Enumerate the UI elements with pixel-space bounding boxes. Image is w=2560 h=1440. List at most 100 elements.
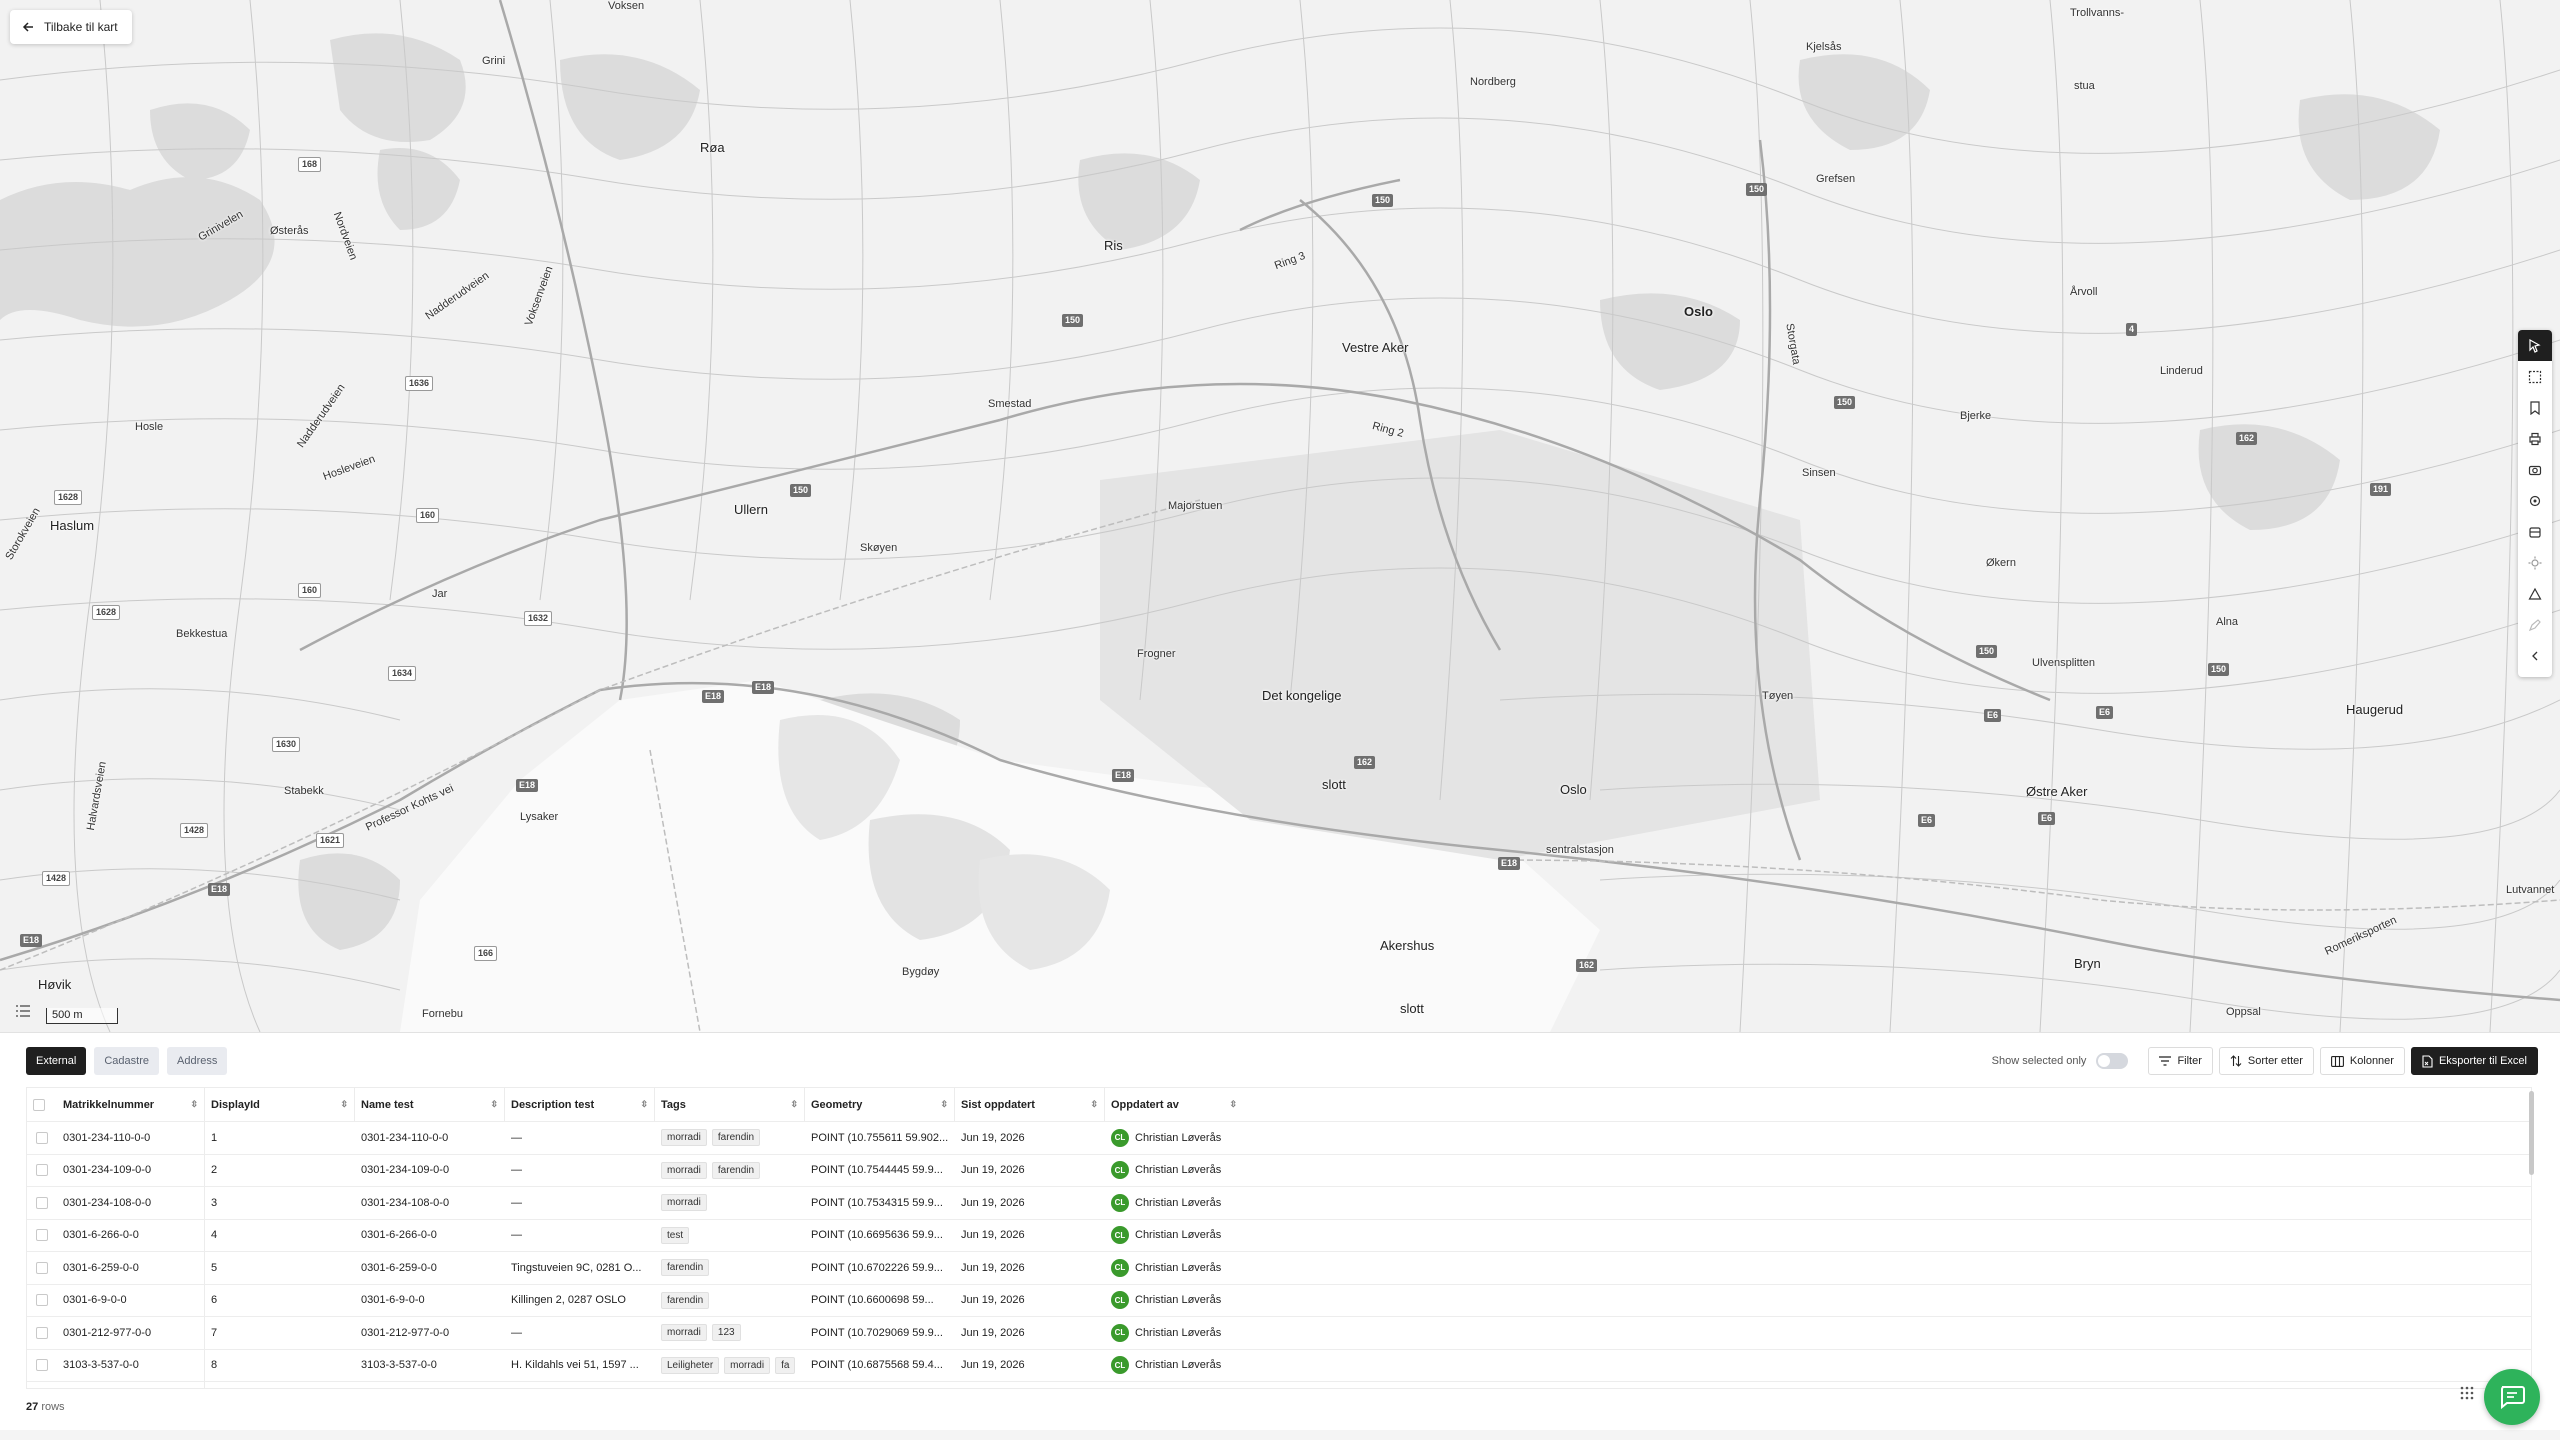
sort-icon[interactable]: ⇳ xyxy=(490,1099,498,1110)
column-header[interactable]: Oppdatert av ⇳ xyxy=(1105,1088,1243,1121)
user-name: Christian Løverås xyxy=(1135,1164,1222,1177)
sort-icon[interactable]: ⇳ xyxy=(640,1099,648,1110)
sort-icon[interactable]: ⇳ xyxy=(340,1099,348,1110)
row-count: 27 rows xyxy=(26,1401,65,1413)
bookmark-tool-button[interactable] xyxy=(2518,392,2552,423)
show-selected-toggle[interactable] xyxy=(2096,1053,2129,1069)
updated-by-cell: CLChristian Løverås xyxy=(1105,1317,1243,1349)
column-header[interactable]: Matrikkelnummer ⇳ xyxy=(57,1088,205,1121)
road-shield: 150 xyxy=(1976,645,1998,658)
row-checkbox[interactable] xyxy=(36,1164,48,1177)
column-header[interactable]: DisplayId ⇳ xyxy=(205,1088,355,1121)
back-to-map-button[interactable]: Tilbake til kart xyxy=(10,10,132,44)
tag-chip: fa xyxy=(775,1356,796,1374)
row-checkbox[interactable] xyxy=(36,1261,48,1274)
matrikkel-cell: 0301-234-108-0-0 xyxy=(57,1187,205,1219)
sort-icon[interactable]: ⇳ xyxy=(1229,1099,1237,1110)
tag-chip: morradi xyxy=(661,1324,707,1342)
row-select-cell xyxy=(27,1122,57,1154)
row-select-cell xyxy=(27,1252,57,1284)
table-scrollbar[interactable] xyxy=(2529,1091,2534,1175)
column-header[interactable]: Name test ⇳ xyxy=(355,1088,505,1121)
row-checkbox[interactable] xyxy=(36,1196,48,1209)
box-select-tool-button[interactable] xyxy=(2518,361,2552,392)
tag-chip: morradi xyxy=(661,1129,707,1147)
sort-button[interactable]: Sorter etter xyxy=(2218,1047,2314,1075)
column-header[interactable]: Sist oppdatert ⇳ xyxy=(955,1088,1105,1121)
map-place-label: Oslo xyxy=(1684,304,1713,319)
road-shield: 150 xyxy=(1834,396,1856,409)
description-cell: Tingstuveien 9C, 0281 O... xyxy=(511,1261,642,1274)
table-row[interactable]: 0301-234-108-0-0 3 0301-234-108-0-0 — morrad… xyxy=(27,1187,2531,1220)
road-shield: 150 xyxy=(1746,183,1768,196)
table-row[interactable]: 0301-234-109-0-0 2 0301-234-109-0-0 — morrad… xyxy=(27,1154,2531,1187)
description-cell: H. Kildahls vei 51, 1597 ... xyxy=(511,1359,639,1372)
map-place-label: Bygdøy xyxy=(902,966,940,978)
tag-chip: morradi xyxy=(661,1194,707,1212)
map-canvas[interactable]: Voksen Grini Røa Østerås Hosle Haslum Be… xyxy=(0,0,2560,1032)
screenshot-tool-button[interactable] xyxy=(2518,454,2552,485)
sort-icon[interactable]: ⇳ xyxy=(790,1099,798,1110)
map-place-label: Stabekk xyxy=(284,785,324,797)
road-shield: 1634 xyxy=(388,666,417,681)
table-row[interactable]: 0301-234-110-0-0 1 0301-234-110-0-0 — morrad… xyxy=(27,1122,2531,1155)
row-checkbox[interactable] xyxy=(36,1131,48,1144)
columns-button[interactable]: Kolonner xyxy=(2319,1047,2405,1075)
road-shield: 1632 xyxy=(524,611,553,626)
table-header-row: Matrikkelnummer ⇳ DisplayId ⇳ Name test ⇳ D… xyxy=(27,1088,2531,1122)
map-place-label: Lysaker xyxy=(520,811,559,823)
sort-icon[interactable]: ⇳ xyxy=(1090,1099,1098,1110)
tab-cadastre[interactable]: Cadastre xyxy=(94,1047,159,1075)
updated-by-cell: CLChristian Løverås xyxy=(1105,1155,1243,1187)
matrikkel-cell: 1865-55-30-0-0 xyxy=(57,1382,205,1388)
map-place-label: Lutvannet xyxy=(2506,884,2555,896)
locate-tool-button[interactable] xyxy=(2518,485,2552,516)
layers-tool-button[interactable] xyxy=(2518,516,2552,547)
table-row[interactable]: 0301-6-9-0-0 6 0301-6-9-0-0 Killingen 2, 02… xyxy=(27,1284,2531,1317)
legend-button[interactable] xyxy=(10,998,36,1024)
column-header[interactable]: Geometry ⇳ xyxy=(805,1088,955,1121)
road-shield: E6 xyxy=(1918,814,1936,827)
row-checkbox[interactable] xyxy=(36,1294,48,1307)
table-row[interactable]: 1865-55-30-0-091865-55-30-0-0Årstrandvei… xyxy=(27,1382,2531,1388)
print-tool-button[interactable] xyxy=(2518,423,2552,454)
tab-external[interactable]: External xyxy=(26,1047,87,1075)
road-shield: 162 xyxy=(1354,756,1376,769)
table-row[interactable]: 0301-6-259-0-0 5 0301-6-259-0-0 Tingstuveie… xyxy=(27,1252,2531,1285)
row-checkbox[interactable] xyxy=(36,1359,48,1372)
column-header-label: DisplayId xyxy=(211,1098,260,1111)
row-checkbox[interactable] xyxy=(36,1326,48,1339)
updated-by-cell: CLChristian Løverås xyxy=(1105,1382,1243,1388)
arrow-left-icon xyxy=(22,22,33,32)
tab-address[interactable]: Address xyxy=(167,1047,228,1075)
export-excel-button[interactable]: Eksporter til Excel xyxy=(2410,1047,2538,1075)
select-all-checkbox[interactable] xyxy=(33,1098,45,1111)
displayid-cell: 3 xyxy=(211,1196,218,1209)
measure-tool-button[interactable] xyxy=(2518,578,2552,609)
collapse-toolbar-button[interactable] xyxy=(2518,640,2552,671)
column-header[interactable]: Tags ⇳ xyxy=(655,1088,805,1121)
brightness-tool-button[interactable] xyxy=(2518,547,2552,578)
sort-icon[interactable]: ⇳ xyxy=(940,1099,948,1110)
row-checkbox[interactable] xyxy=(36,1229,48,1242)
dashed-rectangle-icon xyxy=(2528,370,2542,383)
map-place-label: Hosle xyxy=(135,421,164,433)
draw-tool-button[interactable] xyxy=(2518,609,2552,640)
road-shield: 150 xyxy=(2208,663,2230,676)
road-shield: 166 xyxy=(474,946,498,961)
filter-button[interactable]: Filter xyxy=(2148,1047,2213,1075)
sort-icon[interactable]: ⇳ xyxy=(190,1099,198,1110)
chat-support-button[interactable] xyxy=(2484,1369,2540,1425)
map-place-label: Smestad xyxy=(988,398,1032,410)
road-shield: 160 xyxy=(416,508,440,523)
table-row[interactable]: 3103-3-537-0-0 8 3103-3-537-0-0 H. Kildahls… xyxy=(27,1349,2531,1382)
sort-arrows-icon xyxy=(2230,1055,2242,1067)
road-shield: E6 xyxy=(2096,706,2114,719)
tags-cell: morradi farendin xyxy=(655,1155,805,1187)
column-header[interactable]: Description test ⇳ xyxy=(505,1088,655,1121)
table-row[interactable]: 0301-212-977-0-0 7 0301-212-977-0-0 — morrad… xyxy=(27,1317,2531,1350)
select-tool-button[interactable] xyxy=(2518,330,2552,361)
drag-handle-icon[interactable] xyxy=(2460,1386,2474,1400)
table-row[interactable]: 0301-6-266-0-0 4 0301-6-266-0-0 — test POINT … xyxy=(27,1219,2531,1252)
road-shield: E18 xyxy=(208,883,231,896)
